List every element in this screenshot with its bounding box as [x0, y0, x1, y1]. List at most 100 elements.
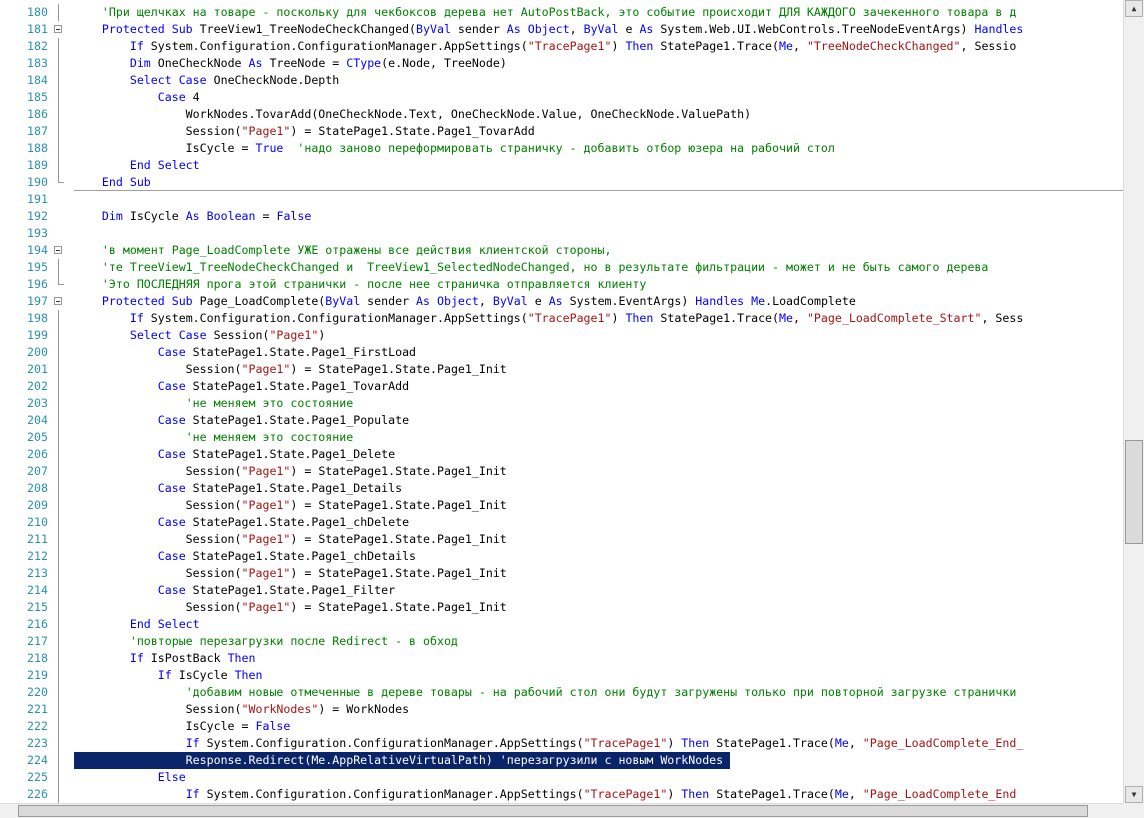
code-line[interactable]: 196 'Это ПОСЛЕДНЯЯ прога этой странички … [0, 276, 1123, 293]
code-text[interactable]: WorkNodes.TovarAdd(OneCheckNode.Text, On… [74, 106, 751, 123]
code-line[interactable]: 219 If IsCycle Then [0, 667, 1123, 684]
code-line[interactable]: 186 WorkNodes.TovarAdd(OneCheckNode.Text… [0, 106, 1123, 123]
code-line[interactable]: 209 Session("Page1") = StatePage1.State.… [0, 497, 1123, 514]
code-text[interactable]: 'При щелчках на товаре - поскольку для ч… [74, 4, 1016, 21]
code-text[interactable]: 'Это ПОСЛЕДНЯЯ прога этой странички - по… [74, 276, 646, 293]
horizontal-scroll-thumb[interactable] [18, 805, 1088, 817]
code-text[interactable]: Case StatePage1.State.Page1_Delete [74, 446, 395, 463]
code-line[interactable]: 193 [0, 225, 1123, 242]
code-line[interactable]: 191 [0, 191, 1123, 208]
code-line[interactable]: 180 'При щелчках на товаре - поскольку д… [0, 4, 1123, 21]
collapse-toggle-icon[interactable] [54, 21, 64, 38]
code-text[interactable]: If IsCycle Then [74, 667, 263, 684]
code-line[interactable]: 216 End Select [0, 616, 1123, 633]
code-text[interactable]: Session("Page1") = StatePage1.State.Page… [74, 565, 507, 582]
code-text[interactable]: Session("Page1") = StatePage1.State.Page… [74, 463, 507, 480]
code-text[interactable]: Select Case OneCheckNode.Depth [74, 72, 339, 89]
code-line[interactable]: 226 If System.Configuration.Configuratio… [0, 786, 1123, 803]
code-text[interactable]: Session("Page1") = StatePage1.State.Page… [74, 123, 535, 140]
code-line[interactable]: 221 Session("WorkNodes") = WorkNodes [0, 701, 1123, 718]
code-text[interactable]: Case StatePage1.State.Page1_FirstLoad [74, 344, 416, 361]
code-line[interactable]: 184 Select Case OneCheckNode.Depth [0, 72, 1123, 89]
code-line[interactable]: 210 Case StatePage1.State.Page1_chDelete [0, 514, 1123, 531]
code-text[interactable]: IsCycle = True 'надо заново переформиров… [74, 140, 835, 157]
code-line[interactable]: 195 'те TreeView1_TreeNodeCheckChanged и… [0, 259, 1123, 276]
code-text[interactable]: Select Case Session("Page1") [74, 327, 325, 344]
code-line[interactable]: 189 End Select [0, 157, 1123, 174]
code-text[interactable]: 'добавим новые отмеченные в дереве товар… [74, 684, 1017, 701]
code-line[interactable]: 207 Session("Page1") = StatePage1.State.… [0, 463, 1123, 480]
code-text[interactable]: Session("Page1") = StatePage1.State.Page… [74, 599, 507, 616]
code-line[interactable]: 198 If System.Configuration.Configuratio… [0, 310, 1123, 327]
scroll-down-arrow-icon[interactable]: ▼ [1125, 786, 1143, 803]
code-text[interactable]: Dim IsCycle As Boolean = False [74, 208, 311, 225]
code-text[interactable]: End Select [74, 157, 200, 174]
code-line[interactable]: 225 Else [0, 769, 1123, 786]
code-line[interactable]: 203 'не меняем это состояние [0, 395, 1123, 412]
code-text[interactable]: If System.Configuration.ConfigurationMan… [74, 786, 1017, 803]
code-line[interactable]: 224 Response.Redirect(Me.AppRelativeVirt… [0, 752, 1123, 769]
code-text[interactable]: End Select [74, 616, 200, 633]
code-text[interactable]: 'те TreeView1_TreeNodeCheckChanged и Tre… [74, 259, 988, 276]
collapse-toggle-icon[interactable] [54, 242, 64, 259]
code-line[interactable]: 223 If System.Configuration.Configuratio… [0, 735, 1123, 752]
code-text[interactable]: If System.Configuration.ConfigurationMan… [74, 735, 1024, 752]
code-line[interactable]: 212 Case StatePage1.State.Page1_chDetail… [0, 548, 1123, 565]
code-line[interactable]: 213 Session("Page1") = StatePage1.State.… [0, 565, 1123, 582]
code-text[interactable]: 'не меняем это состояние [74, 429, 354, 446]
code-text[interactable]: 'повторые перезагрузки после Redirect - … [74, 633, 458, 650]
collapse-toggle-icon[interactable] [54, 293, 64, 310]
code-text[interactable]: Protected Sub Page_LoadComplete(ByVal se… [74, 293, 856, 310]
code-line[interactable]: 202 Case StatePage1.State.Page1_TovarAdd [0, 378, 1123, 395]
code-line[interactable]: 206 Case StatePage1.State.Page1_Delete [0, 446, 1123, 463]
code-text[interactable]: Case 4 [74, 89, 200, 106]
code-line[interactable]: 187 Session("Page1") = StatePage1.State.… [0, 123, 1123, 140]
code-line[interactable]: 208 Case StatePage1.State.Page1_Details [0, 480, 1123, 497]
code-line[interactable]: 200 Case StatePage1.State.Page1_FirstLoa… [0, 344, 1123, 361]
code-text[interactable]: Case StatePage1.State.Page1_Details [74, 480, 402, 497]
code-line[interactable]: 192 Dim IsCycle As Boolean = False [0, 208, 1123, 225]
code-line[interactable]: 215 Session("Page1") = StatePage1.State.… [0, 599, 1123, 616]
code-text[interactable]: Session("Page1") = StatePage1.State.Page… [74, 531, 507, 548]
code-text[interactable]: Session("Page1") = StatePage1.State.Page… [74, 497, 507, 514]
code-text[interactable]: Response.Redirect(Me.AppRelativeVirtualP… [74, 752, 731, 769]
code-text[interactable]: 'в момент Page_LoadComplete УЖЕ отражены… [74, 242, 612, 259]
code-text[interactable]: Session("WorkNodes") = WorkNodes [74, 701, 409, 718]
code-line[interactable]: 211 Session("Page1") = StatePage1.State.… [0, 531, 1123, 548]
code-line[interactable]: 217 'повторые перезагрузки после Redirec… [0, 633, 1123, 650]
code-text[interactable]: IsCycle = False [74, 718, 291, 735]
code-line[interactable]: 201 Session("Page1") = StatePage1.State.… [0, 361, 1123, 378]
code-line[interactable]: 199 Select Case Session("Page1") [0, 327, 1123, 344]
code-line[interactable]: 183 Dim OneCheckNode As TreeNode = CType… [0, 55, 1123, 72]
code-editor[interactable]: 180 'При щелчках на товаре - поскольку д… [0, 0, 1123, 803]
horizontal-scrollbar[interactable] [0, 803, 1123, 818]
code-text[interactable]: Dim OneCheckNode As TreeNode = CType(e.N… [74, 55, 507, 72]
code-line[interactable]: 220 'добавим новые отмеченные в дереве т… [0, 684, 1123, 701]
scroll-up-arrow-icon[interactable]: ▲ [1125, 0, 1143, 17]
code-text[interactable]: Case StatePage1.State.Page1_TovarAdd [74, 378, 409, 395]
code-text[interactable]: Else [74, 769, 186, 786]
code-text[interactable]: If System.Configuration.ConfigurationMan… [74, 38, 1017, 55]
code-text[interactable]: If IsPostBack Then [74, 650, 256, 667]
vertical-scrollbar[interactable]: ▲ ▼ [1123, 0, 1144, 803]
code-text[interactable]: Case StatePage1.State.Page1_chDelete [74, 514, 409, 531]
code-line[interactable]: 222 IsCycle = False [0, 718, 1123, 735]
code-line[interactable]: 205 'не меняем это состояние [0, 429, 1123, 446]
code-text[interactable]: Session("Page1") = StatePage1.State.Page… [74, 361, 507, 378]
code-line[interactable]: 194 'в момент Page_LoadComplete УЖЕ отра… [0, 242, 1123, 259]
code-text[interactable]: If System.Configuration.ConfigurationMan… [74, 310, 1024, 327]
code-line[interactable]: 185 Case 4 [0, 89, 1123, 106]
code-line[interactable]: 204 Case StatePage1.State.Page1_Populate [0, 412, 1123, 429]
code-line[interactable]: 181 Protected Sub TreeView1_TreeNodeChec… [0, 21, 1123, 38]
code-line[interactable]: 218 If IsPostBack Then [0, 650, 1123, 667]
code-text[interactable]: End Sub [74, 174, 151, 191]
code-text[interactable]: Case StatePage1.State.Page1_Filter [74, 582, 395, 599]
code-line[interactable]: 182 If System.Configuration.Configuratio… [0, 38, 1123, 55]
code-line[interactable]: 188 IsCycle = True 'надо заново переформ… [0, 140, 1123, 157]
code-line[interactable]: 214 Case StatePage1.State.Page1_Filter [0, 582, 1123, 599]
code-line[interactable]: 197 Protected Sub Page_LoadComplete(ByVa… [0, 293, 1123, 310]
code-text[interactable]: Case StatePage1.State.Page1_chDetails [74, 548, 416, 565]
vertical-scroll-thumb[interactable] [1125, 440, 1143, 544]
code-text[interactable]: 'не меняем это состояние [74, 395, 354, 412]
code-line[interactable]: 190 End Sub [0, 174, 1123, 191]
